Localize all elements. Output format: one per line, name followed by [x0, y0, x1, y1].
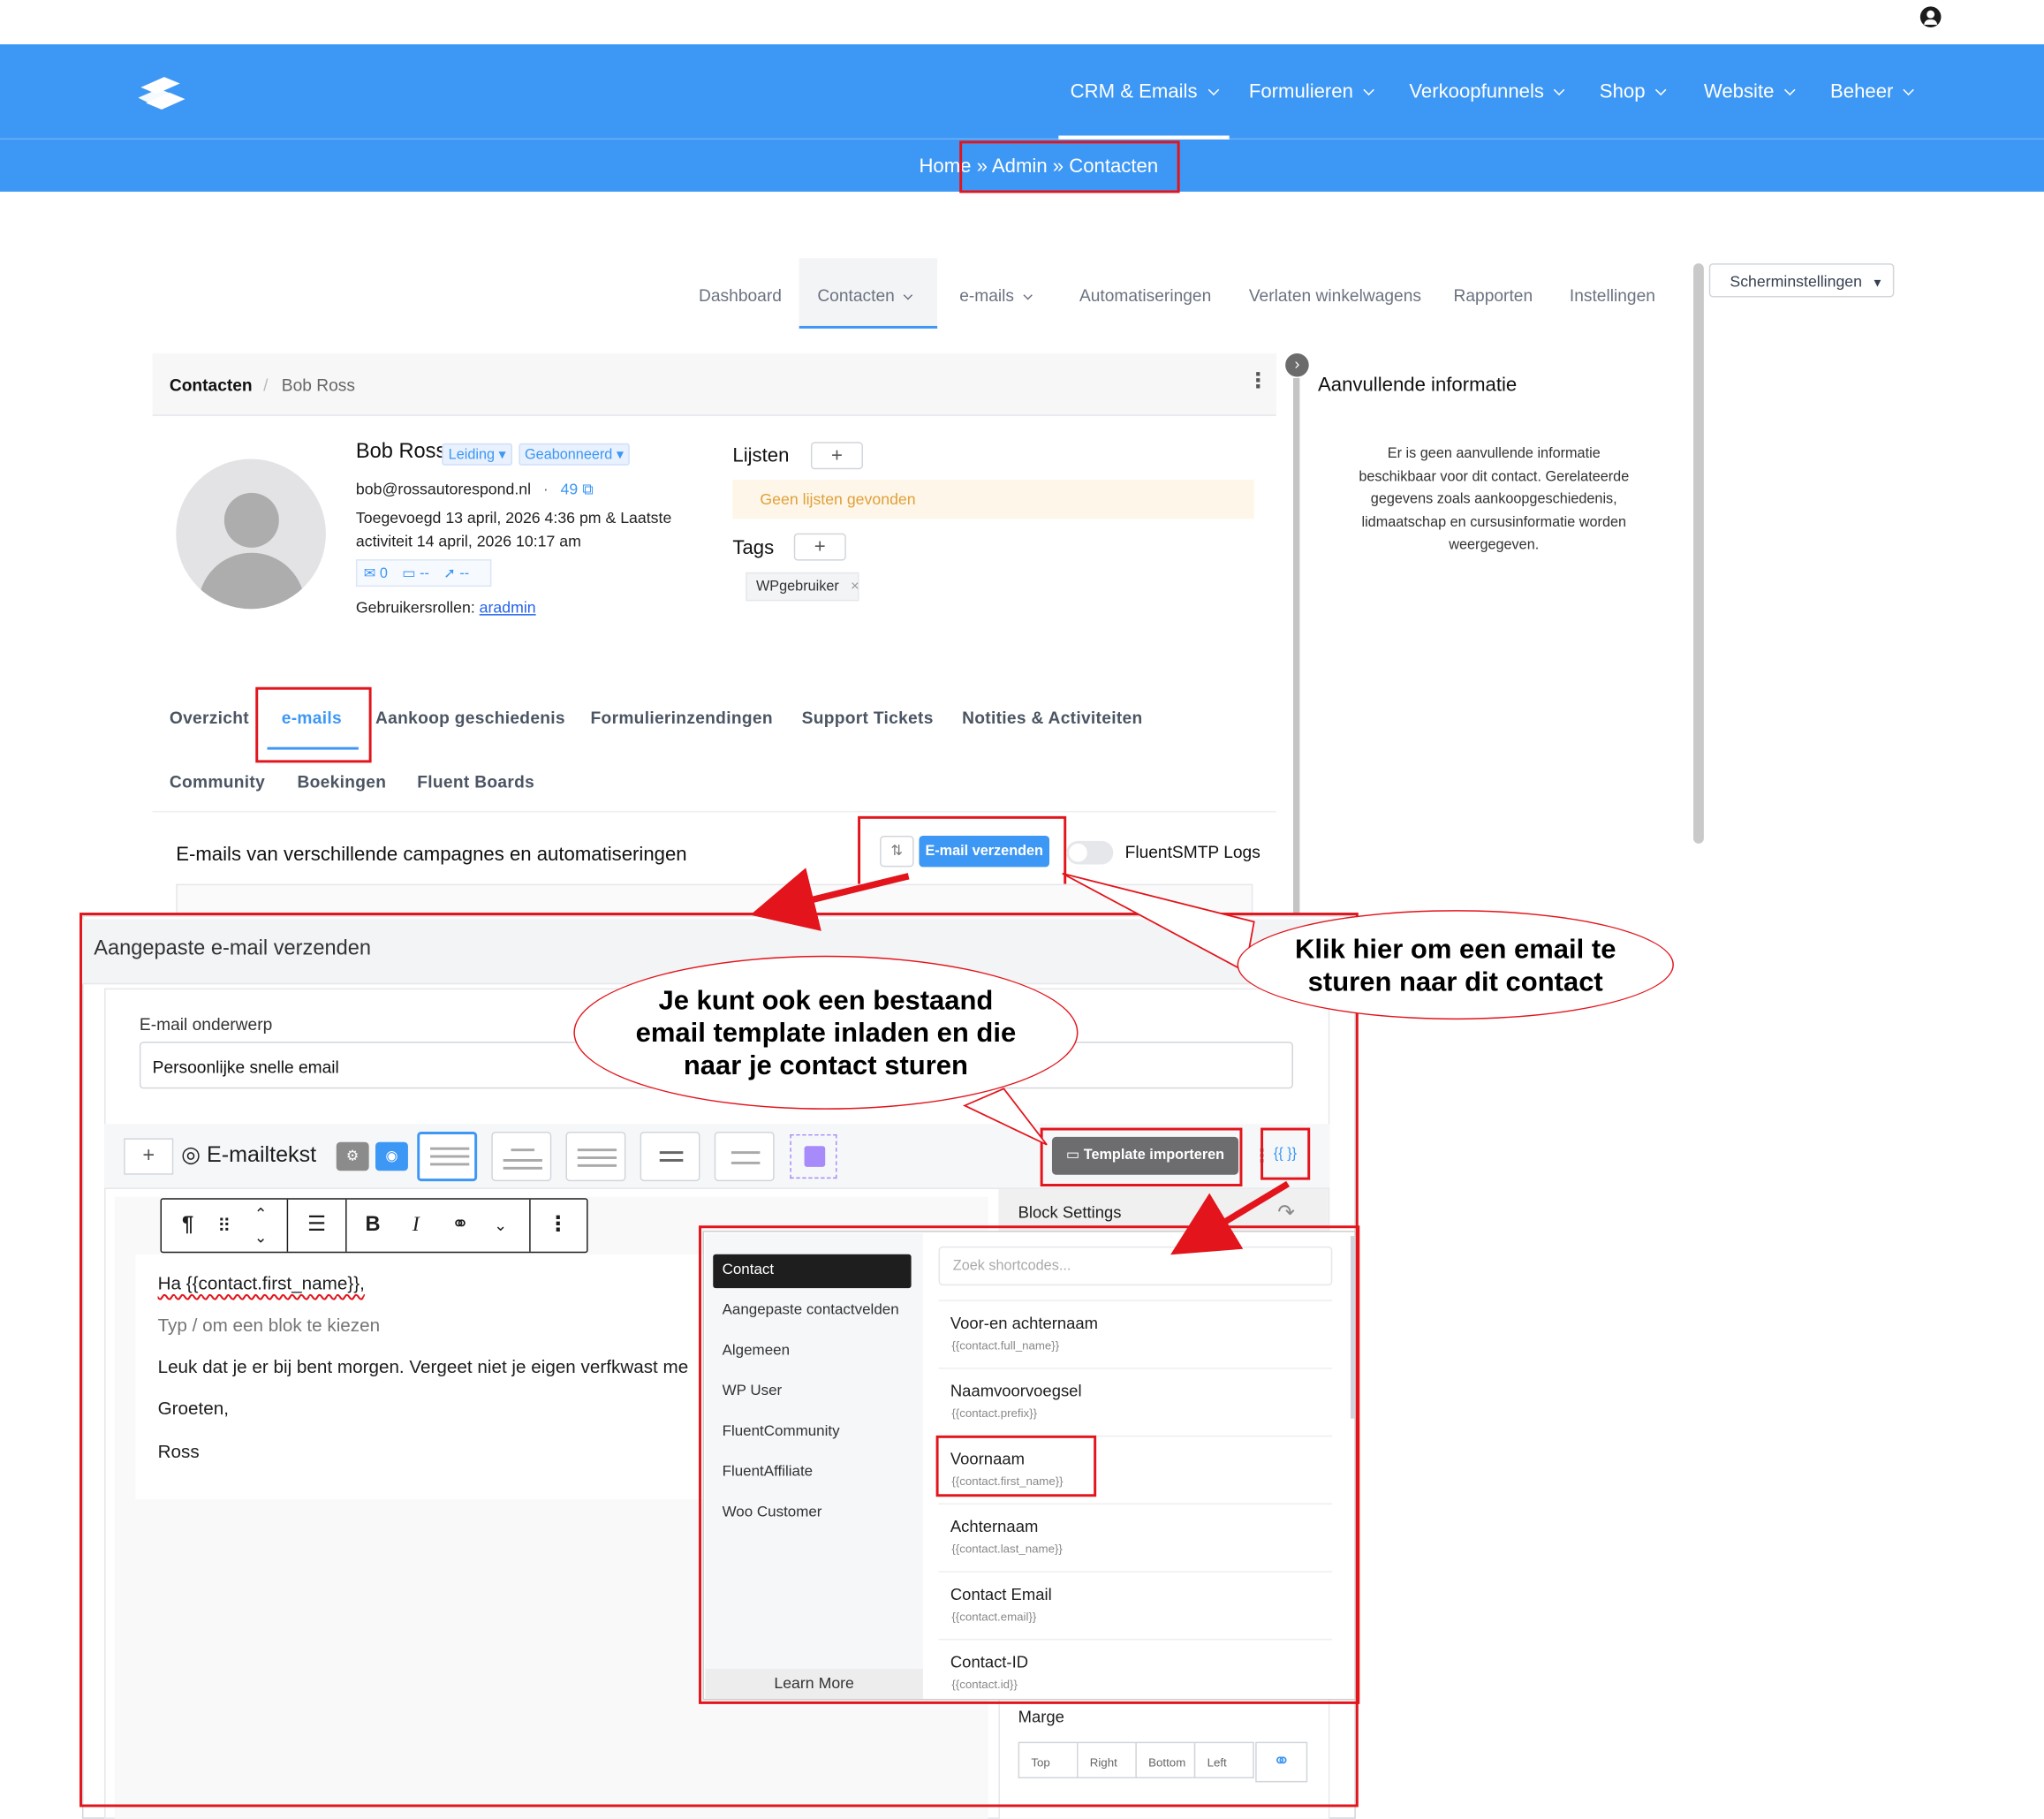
external-link-icon[interactable]: ⧉ [582, 480, 594, 498]
page-scrollbar[interactable] [1693, 263, 1704, 844]
highlight-send-email [858, 815, 1067, 890]
contact-added-line1: Toegevoegd 13 april, 2026 4:36 pm & Laat… [355, 508, 672, 527]
content-scrollbar[interactable] [1292, 377, 1300, 926]
tab-aankoop-geschiedenis[interactable]: Aankoop geschiedenis [375, 708, 565, 727]
subnav-instellingen[interactable]: Instellingen [1570, 285, 1655, 305]
nav-verkoopfunnels[interactable]: Verkoopfunnels [1409, 80, 1565, 103]
top-strip [0, 0, 2044, 45]
screen-settings-button[interactable]: Scherminstellingen ▼ [1708, 263, 1895, 298]
lists-title: Lijsten [732, 444, 790, 467]
contact-crumb-sep: / [263, 375, 269, 396]
fluentsmtp-logs-label: FluentSMTP Logs [1124, 842, 1260, 862]
avatar [176, 459, 326, 610]
status-badges: Leiding ▾ Geabonneerd ▾ [442, 442, 631, 466]
highlight-breadcrumb [959, 140, 1180, 193]
callout-send-email: Klik hier om een email te sturen naar di… [1237, 910, 1674, 1020]
aside-body: Er is geen aanvullende informatie beschi… [1359, 445, 1630, 553]
status-badge[interactable]: Leiding ▾ [442, 443, 513, 466]
nav-website[interactable]: Website [1704, 80, 1796, 103]
highlight-emails-tab [255, 686, 372, 763]
folder-icon: ▭ [402, 565, 416, 582]
tag-wpgebruiker: WPgebruiker × [746, 572, 859, 602]
tab-fluent-boards[interactable]: Fluent Boards [417, 772, 534, 792]
tab-boekingen[interactable]: Boekingen [297, 772, 386, 792]
nav-beheer[interactable]: Beheer [1830, 80, 1915, 103]
subscription-badge[interactable]: Geabonneerd ▾ [518, 443, 631, 466]
aside-title: Aanvullende informatie [1318, 374, 1518, 397]
tab-formulierinzendingen[interactable]: Formulierinzendingen [591, 708, 773, 727]
subnav-dashboard[interactable]: Dashboard [699, 285, 782, 305]
section-divider [152, 810, 1276, 813]
contact-stats: ✉ 0 ▭ -- ➚ -- [355, 559, 492, 587]
app-logo-icon[interactable] [131, 72, 191, 113]
user-roles: Gebruikersrollen: aradmin [355, 598, 536, 618]
contact-email: bob@rossautorespond.nl · 49 ⧉ [355, 480, 594, 498]
more-options-icon[interactable]: ⋮ [1247, 368, 1268, 394]
tab-notities-activiteiten[interactable]: Notities & Activiteiten [962, 708, 1142, 727]
tab-community[interactable]: Community [170, 772, 265, 792]
nav-crm-emails[interactable]: CRM & Emails [1071, 80, 1219, 103]
fluentsmtp-logs-toggle[interactable] [1066, 840, 1114, 865]
nav-shop[interactable]: Shop [1600, 80, 1667, 103]
contact-crumb-parent[interactable]: Contacten [170, 375, 253, 395]
emails-heading: E-mails van verschillende campagnes en a… [176, 843, 687, 866]
subnav-verlaten-winkelwagens[interactable]: Verlaten winkelwagens [1249, 285, 1421, 305]
subnav-contacten[interactable]: Contacten [817, 285, 913, 305]
lists-empty-notice: Geen lijsten gevonden [732, 480, 1254, 519]
user-account-icon[interactable] [1919, 6, 1942, 27]
contact-crumb-current: Bob Ross [281, 375, 355, 396]
roles-link[interactable]: aradmin [480, 598, 536, 617]
mail-icon: ✉ [363, 565, 376, 582]
contact-added-line2: activiteit 14 april, 2026 10:17 am [355, 532, 581, 550]
callout-template: Je kunt ook een bestaand email template … [573, 955, 1079, 1110]
add-tag-button[interactable]: + [793, 533, 846, 561]
contact-id-link[interactable]: 49 [561, 480, 579, 498]
subnav-automatiseringen[interactable]: Automatiseringen [1079, 285, 1211, 305]
collapse-aside-icon[interactable]: › [1285, 352, 1309, 377]
contact-name: Bob Ross [355, 440, 447, 463]
tags-title: Tags [732, 537, 775, 560]
subnav-emails[interactable]: e-mails [959, 285, 1033, 305]
subnav-rapporten[interactable]: Rapporten [1454, 285, 1533, 305]
tab-support-tickets[interactable]: Support Tickets [802, 708, 934, 727]
tab-overzicht[interactable]: Overzicht [170, 708, 249, 727]
send-icon: ➚ [443, 565, 456, 582]
add-list-button[interactable]: + [810, 442, 863, 470]
remove-tag-icon[interactable]: × [851, 579, 859, 595]
nav-formulieren[interactable]: Formulieren [1249, 80, 1374, 103]
